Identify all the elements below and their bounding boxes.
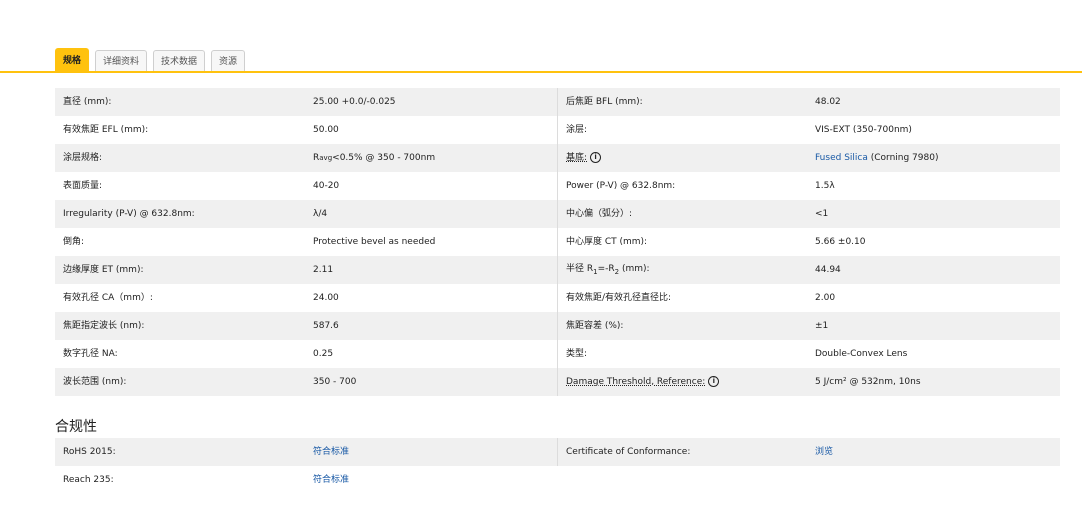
info-icon[interactable]: i <box>708 376 720 387</box>
spec-value: 587.6 <box>305 312 558 340</box>
label-mid: =-R <box>597 263 615 274</box>
info-icon[interactable]: i <box>590 152 602 163</box>
spec-value: 40-20 <box>305 172 558 200</box>
spec-label: 焦距指定波长 (nm): <box>63 321 145 331</box>
spec-label: 涂层规格: <box>63 153 103 163</box>
spec-value: 48.02 <box>815 97 841 107</box>
spec-label: Power (P-V) @ 632.8nm: <box>566 181 676 191</box>
spec-value: 2.00 <box>815 293 836 303</box>
compliance-label: RoHS 2015: <box>63 447 116 457</box>
spec-label: 数字孔径 NA: <box>63 349 118 359</box>
spec-value: 0.25 <box>305 340 558 368</box>
table-row: 波长范围 (nm): 350 - 700 Damage Threshold, R… <box>55 368 1060 396</box>
table-row: RoHS 2015: 符合标准 Certificate of Conforman… <box>55 438 1060 466</box>
spec-value: λ/4 <box>305 200 558 228</box>
spec-value: Double-Convex Lens <box>815 349 908 359</box>
spec-value: 25.00 +0.0/-0.025 <box>305 88 558 116</box>
reach-compliant-link[interactable]: 符合标准 <box>313 474 349 486</box>
spec-tabs: 规格 详细资料 技术数据 资源 <box>55 48 246 73</box>
table-row: 涂层规格: Ravg <0.5% @ 350 - 700nm 基底: i Fuse… <box>55 144 1060 172</box>
tab-underline-rule <box>0 71 1082 73</box>
spec-value: 5 J/cm² @ 532nm, 10ns <box>815 377 921 387</box>
spec-label: 焦距容差 (%): <box>566 321 624 331</box>
table-row: 表面质量: 40-20 Power (P-V) @ 632.8nm: 1.5λ <box>55 172 1060 200</box>
value-subscript: avg <box>319 154 333 162</box>
table-row: 焦距指定波长 (nm): 587.6 焦距容差 (%): ±1 <box>55 312 1060 340</box>
value-suffix: <0.5% @ 350 - 700nm <box>332 153 436 163</box>
compliance-value: 符合标准 <box>305 438 558 466</box>
spec-value: Protective bevel as needed <box>305 228 558 256</box>
tab-details[interactable]: 详细资料 <box>95 50 148 73</box>
spec-value: <1 <box>815 209 829 219</box>
table-row: 有效焦距 EFL (mm): 50.00 涂层: VIS-EXT (350-70… <box>55 116 1060 144</box>
substrate-label[interactable]: 基底: <box>566 153 587 163</box>
spec-value: 1.5λ <box>815 181 835 191</box>
spec-label: 波长范围 (nm): <box>63 377 127 387</box>
tab-resources[interactable]: 资源 <box>211 50 246 73</box>
compliance-label: Certificate of Conformance: <box>566 447 691 457</box>
tab-specifications[interactable]: 规格 <box>55 48 90 73</box>
table-row: 边缘厚度 ET (mm): 2.11 半径 R1=-R2 (mm): 44.94 <box>55 256 1060 284</box>
spec-label: 边缘厚度 ET (mm): <box>63 265 144 275</box>
spec-label: 涂层: <box>566 125 588 135</box>
compliance-value: 符合标准 <box>305 466 558 494</box>
spec-label: 半径 R1=-R2 (mm): <box>558 263 807 278</box>
spec-value: 44.94 <box>815 265 841 275</box>
table-row: 倒角: Protective bevel as needed 中心厚度 CT (… <box>55 228 1060 256</box>
damage-threshold-label[interactable]: Damage Threshold, Reference: <box>566 377 705 387</box>
fused-silica-link[interactable]: Fused Silica <box>815 153 868 163</box>
spec-label: 后焦距 BFL (mm): <box>566 97 643 107</box>
spec-value: 24.00 <box>305 284 558 312</box>
spec-value: 5.66 ±0.10 <box>815 237 866 247</box>
spec-value: VIS-EXT (350-700nm) <box>815 125 912 135</box>
table-row: 有效孔径 CA（mm）: 24.00 有效焦距/有效孔径直径比: 2.00 <box>55 284 1060 312</box>
spec-value: ±1 <box>815 321 829 331</box>
spec-label: 有效焦距/有效孔径直径比: <box>566 293 672 303</box>
spec-label: 类型: <box>566 349 588 359</box>
label-prefix: 半径 R <box>566 263 594 274</box>
spec-label: 有效焦距 EFL (mm): <box>63 125 149 135</box>
spec-value: 2.11 <box>305 256 558 284</box>
spec-label: 中心厚度 CT (mm): <box>566 237 648 247</box>
certificate-view-link[interactable]: 浏览 <box>815 447 833 457</box>
table-row: Reach 235: 符合标准 <box>55 466 1060 494</box>
table-row: 直径 (mm): 25.00 +0.0/-0.025 后焦距 BFL (mm):… <box>55 88 1060 116</box>
rohs-compliant-link[interactable]: 符合标准 <box>313 446 349 458</box>
table-row: 数字孔径 NA: 0.25 类型: Double-Convex Lens <box>55 340 1060 368</box>
specifications-table: 直径 (mm): 25.00 +0.0/-0.025 后焦距 BFL (mm):… <box>55 88 1060 396</box>
spec-label: 直径 (mm): <box>63 97 112 107</box>
label-suffix: (mm): <box>619 263 650 274</box>
spec-label: 有效孔径 CA（mm）: <box>63 293 153 303</box>
spec-label: Damage Threshold, Reference: i <box>558 376 807 388</box>
compliance-heading: 合规性 <box>55 419 97 435</box>
spec-value: 350 - 700 <box>305 368 558 396</box>
table-row: Irregularity (P-V) @ 632.8nm: λ/4 中心偏（弧分… <box>55 200 1060 228</box>
spec-label: 表面质量: <box>63 181 103 191</box>
compliance-value: 浏览 <box>807 446 1060 458</box>
value-rest: (Corning 7980) <box>867 153 939 163</box>
spec-value: 50.00 <box>305 116 558 144</box>
spec-label: 中心偏（弧分）: <box>566 209 633 219</box>
tab-technical-data[interactable]: 技术数据 <box>153 50 206 73</box>
compliance-label: Reach 235: <box>63 475 114 485</box>
spec-label: 基底: i <box>558 152 807 164</box>
spec-label: Irregularity (P-V) @ 632.8nm: <box>63 209 195 219</box>
spec-value: Fused Silica (Corning 7980) <box>807 152 1060 164</box>
spec-value: Ravg <0.5% @ 350 - 700nm <box>305 144 558 172</box>
compliance-table: RoHS 2015: 符合标准 Certificate of Conforman… <box>55 438 1060 494</box>
spec-label: 倒角: <box>63 237 85 247</box>
